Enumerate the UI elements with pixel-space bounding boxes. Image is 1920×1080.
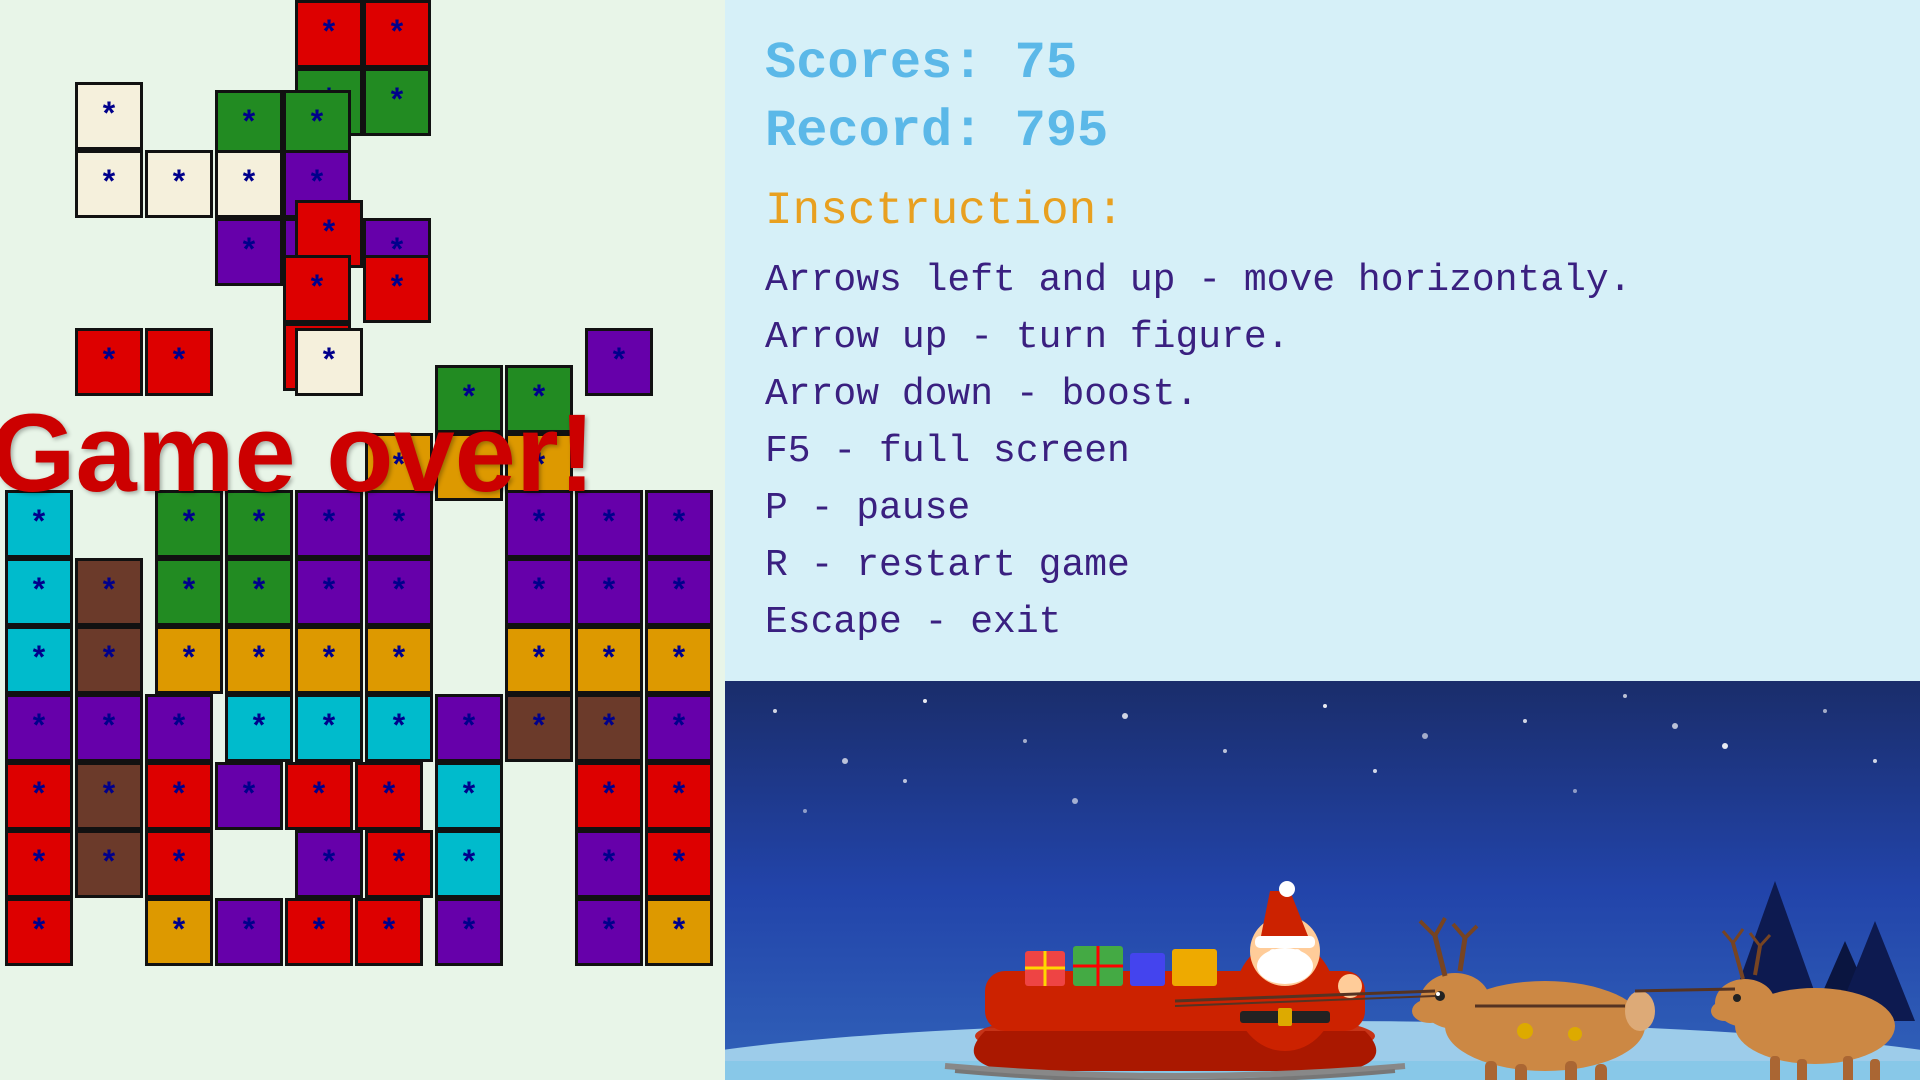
block: * [645,490,713,558]
right-panel: Scores: 75 Record: 795 Insctruction: Arr… [725,0,1920,1080]
santa-scene [725,681,1920,1080]
block: * [215,90,283,158]
block: * [355,898,423,966]
block: * [575,694,643,762]
block: * [505,694,573,762]
block: * [295,558,363,626]
block: * [145,830,213,898]
block: * [5,626,73,694]
block: * [283,255,351,323]
block: * [145,150,213,218]
block: * [145,328,213,396]
block: * [75,558,143,626]
santa-svg [725,681,1920,1080]
block: * [295,626,363,694]
block: * [75,82,143,150]
block: * [575,762,643,830]
block: * [75,830,143,898]
block: * [283,90,351,158]
game-over-text: Game over! [0,390,595,517]
scores-display: Scores: 75 Record: 795 [765,30,1880,165]
block: * [75,626,143,694]
block: * [145,898,213,966]
block: * [5,694,73,762]
instructions-text: Arrows left and up - move horizontaly. A… [765,252,1880,651]
block: * [575,830,643,898]
block: * [285,762,353,830]
block: * [225,626,293,694]
instruction-line-3: Arrow down - boost. [765,366,1880,423]
instruction-line-4: F5 - full screen [765,423,1880,480]
game-board: Game over! *****************************… [0,0,725,1080]
block: * [215,150,283,218]
block: * [75,762,143,830]
instruction-line-5: P - pause [765,480,1880,537]
block: * [215,762,283,830]
instruction-line-7: Escape - exit [765,594,1880,651]
block: * [225,558,293,626]
instruction-line-2: Arrow up - turn figure. [765,309,1880,366]
block: * [295,0,363,68]
instruction-line-6: R - restart game [765,537,1880,594]
block: * [75,328,143,396]
block: * [5,558,73,626]
block: * [435,898,503,966]
block: * [145,762,213,830]
block: * [645,694,713,762]
block: * [215,898,283,966]
block: * [355,762,423,830]
block: * [363,255,431,323]
block: * [363,68,431,136]
block: * [363,0,431,68]
block: * [365,694,433,762]
block: * [505,626,573,694]
block: * [575,626,643,694]
block: * [365,626,433,694]
scores-value: Scores: 75 [765,30,1880,98]
record-value: Record: 795 [765,98,1880,166]
instruction-title: Insctruction: [765,185,1880,237]
block: * [295,694,363,762]
block: * [155,626,223,694]
block: * [295,328,363,396]
block: * [365,830,433,898]
block: * [575,558,643,626]
block: * [75,150,143,218]
block: * [365,558,433,626]
block: * [285,898,353,966]
info-panel: Scores: 75 Record: 795 Insctruction: Arr… [725,0,1920,681]
block: * [145,694,213,762]
block: * [435,762,503,830]
block: * [505,558,573,626]
block: * [5,830,73,898]
block: * [5,762,73,830]
block: * [645,898,713,966]
block: * [215,218,283,286]
block: * [295,830,363,898]
block: * [645,558,713,626]
block: * [645,626,713,694]
block: * [645,762,713,830]
block: * [585,328,653,396]
block: * [435,830,503,898]
block: * [575,898,643,966]
block: * [225,694,293,762]
block: * [645,830,713,898]
block: * [75,694,143,762]
block: * [5,898,73,966]
block: * [435,694,503,762]
block: * [155,558,223,626]
instruction-line-1: Arrows left and up - move horizontaly. [765,252,1880,309]
